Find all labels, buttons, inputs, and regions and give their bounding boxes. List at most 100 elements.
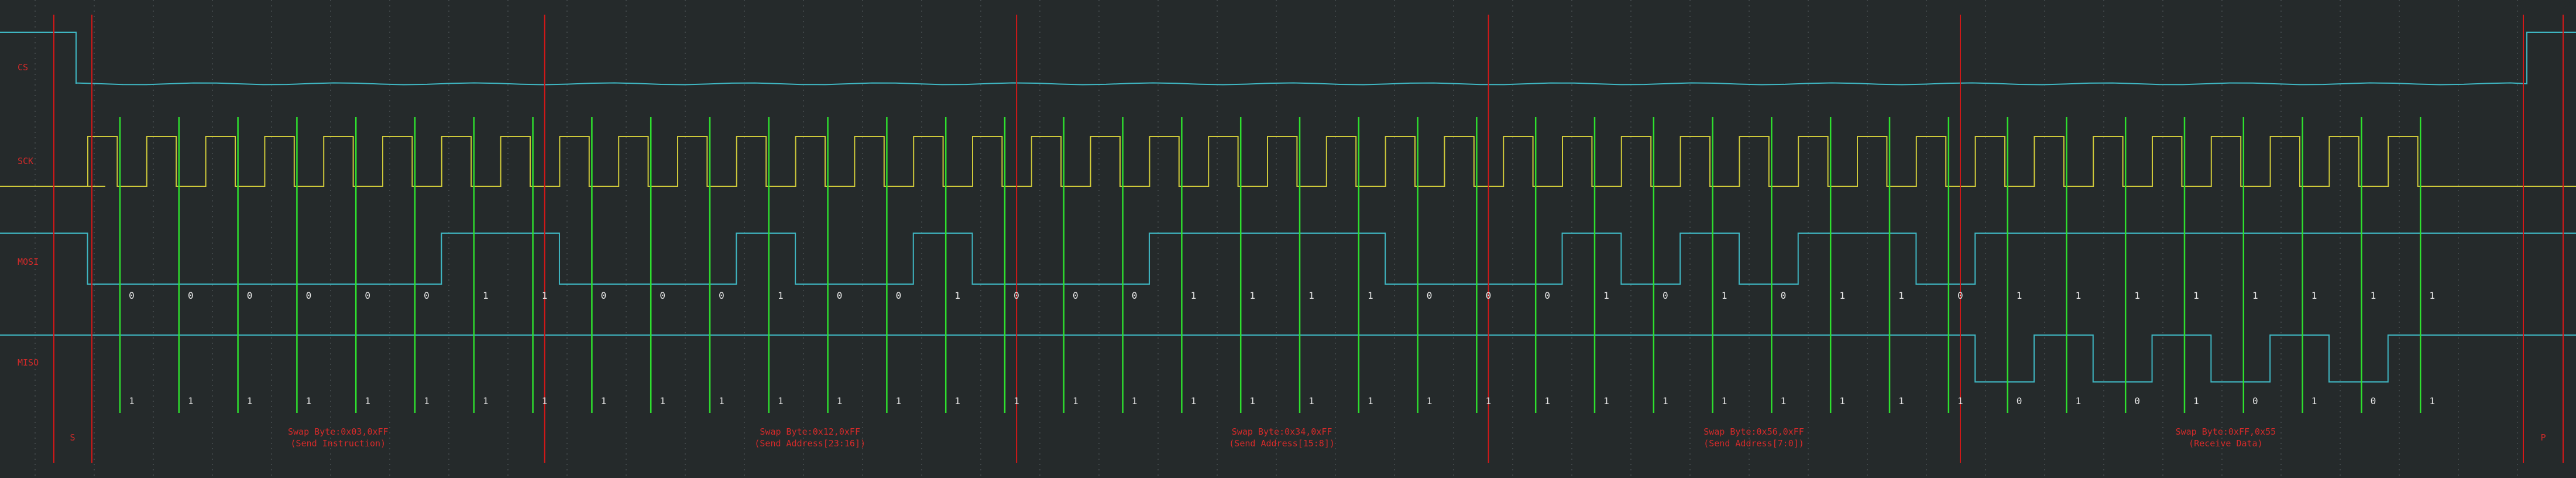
miso-bit-label: 1 [954, 395, 960, 407]
miso-bit-label: 1 [1722, 395, 1727, 407]
miso-bit-label: 1 [2429, 395, 2435, 407]
miso-bit-label: 1 [837, 395, 843, 407]
miso-bit-label: 1 [2193, 395, 2199, 407]
start-marker: S [70, 432, 75, 443]
byte-annotation-line1: Swap Byte:0x56,0xFF [1703, 426, 1804, 437]
miso-bit-label: 1 [1839, 395, 1845, 407]
mosi-bit-label: 1 [778, 290, 784, 301]
miso-bit-label: 1 [1957, 395, 1963, 407]
miso-bit-label: 1 [2311, 395, 2317, 407]
miso-bit-label: 0 [2134, 395, 2140, 407]
miso-bit-label: 1 [1249, 395, 1255, 407]
miso-bit-label: 1 [483, 395, 489, 407]
mosi-bit-label: 1 [483, 290, 489, 301]
mosi-bit-label: 1 [542, 290, 548, 301]
miso-bit-label: 1 [1663, 395, 1668, 407]
logic-analyzer-capture: CS SCK MOSI MISO 0 0 0 0 0 0 1 1 0 0 0 1 0 0 1 0 0 0 1 1 1 1 0 0 0 1 0… [0, 0, 2576, 478]
mosi-bit-label: 0 [188, 290, 194, 301]
mosi-bit-label: 0 [365, 290, 370, 301]
mosi-bit-label: 1 [1603, 290, 1609, 301]
miso-bit-label: 1 [660, 395, 665, 407]
mosi-bit-label: 0 [1073, 290, 1079, 301]
cs-trace [0, 32, 2576, 86]
miso-bit-label: 1 [1544, 395, 1550, 407]
miso-bit-label: 1 [1898, 395, 1904, 407]
sck-trace [0, 136, 2576, 187]
mosi-bit-label: 1 [2252, 290, 2258, 301]
byte-annotation-line1: Swap Byte:0xFF,0x55 [2176, 426, 2276, 437]
miso-bit-label: 1 [1132, 395, 1138, 407]
mosi-bit-label: 1 [2311, 290, 2317, 301]
miso-bit-label: 1 [247, 395, 253, 407]
mosi-bit-label: 0 [896, 290, 902, 301]
mosi-bit-label: 1 [1308, 290, 1314, 301]
miso-bit-label: 1 [601, 395, 607, 407]
channel-label-sck: SCK [18, 156, 33, 166]
byte-annotation-line2: (Send Instruction) [291, 438, 386, 449]
mosi-bit-label: 1 [2371, 290, 2376, 301]
miso-bit-label: 1 [2076, 395, 2082, 407]
miso-bit-label: 1 [896, 395, 902, 407]
mosi-bit-label: 1 [1191, 290, 1197, 301]
mosi-bit-label: 1 [1249, 290, 1255, 301]
byte-annotation-line2: (Send Address[7:0]) [1703, 438, 1804, 449]
mosi-bit-label: 0 [1781, 290, 1787, 301]
miso-bit-label: 1 [542, 395, 548, 407]
mosi-bit-label: 1 [1368, 290, 1373, 301]
mosi-bit-label: 0 [1544, 290, 1550, 301]
miso-bit-label: 1 [306, 395, 312, 407]
miso-trace [0, 334, 2576, 383]
mosi-bit-label: 0 [247, 290, 253, 301]
miso-bit-label: 0 [2017, 395, 2022, 407]
mosi-bit-label: 1 [2076, 290, 2082, 301]
mosi-bit-label: 0 [719, 290, 724, 301]
mosi-bit-label: 0 [1486, 290, 1492, 301]
mosi-trace [0, 233, 2576, 285]
mosi-bit-label: 0 [1427, 290, 1433, 301]
channel-label-cs: CS [18, 62, 28, 73]
channel-label-miso: MISO [18, 357, 39, 368]
byte-annotation-line1: Swap Byte:0x12,0xFF [760, 426, 860, 437]
miso-bit-label: 1 [1486, 395, 1492, 407]
mosi-bit-label: 0 [1132, 290, 1138, 301]
byte-annotation-line2: (Send Address[15:8]) [1229, 438, 1335, 449]
miso-bit-label: 1 [1308, 395, 1314, 407]
mosi-bit-label: 0 [601, 290, 607, 301]
mosi-bit-label: 0 [306, 290, 312, 301]
miso-bit-label: 1 [424, 395, 430, 407]
mosi-bit-label: 0 [660, 290, 665, 301]
byte-annotation-line2: (Send Address[23:16]) [754, 438, 865, 449]
miso-bit-label: 1 [1073, 395, 1079, 407]
miso-bit-label: 1 [1368, 395, 1373, 407]
mosi-bit-label: 0 [424, 290, 430, 301]
mosi-bit-label: 0 [129, 290, 135, 301]
miso-bit-label: 1 [719, 395, 724, 407]
waveform-plot: CS SCK MOSI MISO 0 0 0 0 0 0 1 1 0 0 0 1 0 0 1 0 0 0 1 1 1 1 0 0 0 1 0… [0, 0, 2576, 478]
miso-bit-label: 1 [365, 395, 370, 407]
mosi-bit-label: 1 [1839, 290, 1845, 301]
miso-bit-label: 0 [2371, 395, 2376, 407]
stop-marker: P [2540, 432, 2546, 443]
miso-bit-label: 0 [2252, 395, 2258, 407]
miso-bit-label: 1 [1191, 395, 1197, 407]
mosi-bit-label: 0 [1957, 290, 1963, 301]
miso-bit-label: 1 [1014, 395, 1019, 407]
mosi-bit-label: 1 [2429, 290, 2435, 301]
byte-annotation-line2: (Receive Data) [2189, 438, 2262, 449]
mosi-bit-label: 1 [2134, 290, 2140, 301]
miso-bit-label: 1 [778, 395, 784, 407]
mosi-bit-label: 1 [2017, 290, 2022, 301]
mosi-bit-label: 0 [1014, 290, 1019, 301]
byte-annotation-line1: Swap Byte:0x03,0xFF [288, 426, 389, 437]
byte-annotation-line1: Swap Byte:0x34,0xFF [1232, 426, 1332, 437]
miso-bit-label: 1 [129, 395, 135, 407]
channel-label-mosi: MOSI [18, 257, 39, 267]
miso-bit-label: 1 [1603, 395, 1609, 407]
mosi-bit-label: 1 [1898, 290, 1904, 301]
miso-bit-label: 1 [1781, 395, 1787, 407]
miso-bit-label: 1 [188, 395, 194, 407]
mosi-bit-label: 0 [837, 290, 843, 301]
miso-bit-label: 1 [1427, 395, 1433, 407]
mosi-bit-label: 1 [954, 290, 960, 301]
mosi-bit-label: 1 [1722, 290, 1727, 301]
